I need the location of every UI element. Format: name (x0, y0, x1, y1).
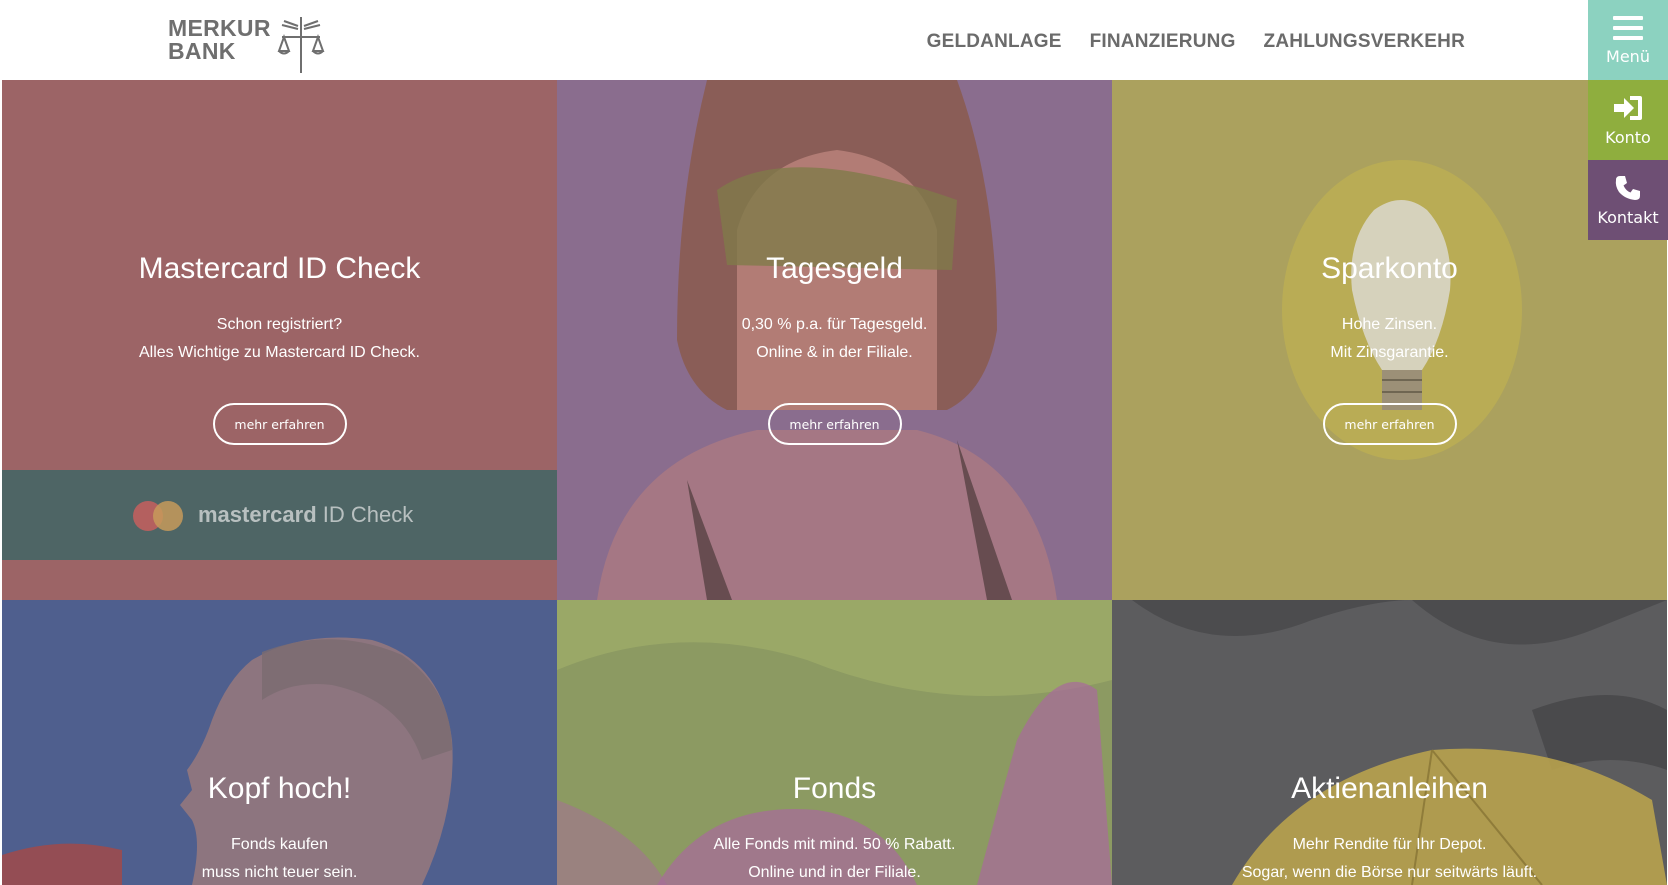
mehr-erfahren-button[interactable]: mehr erfahren (212, 403, 347, 445)
tile-aktienanleihen[interactable]: Aktienanleihen Mehr Rendite für Ihr Depo… (1112, 600, 1667, 885)
mehr-erfahren-button[interactable]: mehr erfahren (1322, 403, 1457, 445)
hamburger-icon (1613, 15, 1643, 40)
phone-icon (1615, 175, 1640, 200)
tile-mastercard-id-check[interactable]: mastercard ID Check Mastercard ID Check … (2, 80, 557, 600)
logo-line-2: BANK (168, 38, 236, 64)
logo-line-1: MERKUR (168, 15, 271, 41)
logo-wordmark: MERKUR BANK (168, 17, 271, 63)
konto-button[interactable]: Konto (1588, 80, 1668, 160)
mehr-erfahren-button[interactable]: mehr erfahren (767, 403, 902, 445)
tile-title: Mastercard ID Check (138, 252, 421, 285)
tile-sparkonto[interactable]: Sparkonto Hohe Zinsen. Mit Zinsgarantie.… (1112, 80, 1667, 600)
tile-text-line-2: Sogar, wenn die Börse nur seitwärts läuf… (1241, 864, 1538, 881)
tile-title: Fonds (792, 772, 877, 805)
site-header: MERKUR BANK GELDANLAGE FINANZIERUNG ZAHL… (0, 0, 1668, 80)
tile-text-line-1: Alle Fonds mit mind. 50 % Rabatt. (713, 836, 956, 853)
side-tabs: Menü Konto Kontakt (1588, 0, 1668, 240)
menu-button[interactable]: Menü (1588, 0, 1668, 80)
tile-text-line-2: Online und in der Filiale. (748, 864, 921, 881)
merkur-bank-logo[interactable]: MERKUR BANK (168, 15, 338, 75)
tile-text-line-1: 0,30 % p.a. für Tagesgeld. (741, 316, 928, 333)
nav-zahlungsverkehr[interactable]: ZAHLUNGSVERKEHR (1264, 31, 1465, 53)
tile-text-line-1: Fonds kaufen (231, 836, 328, 853)
tile-title: Kopf hoch! (207, 772, 352, 805)
nav-finanzierung[interactable]: FINANZIERUNG (1090, 31, 1236, 53)
tile-text-line-1: Mehr Rendite für Ihr Depot. (1292, 836, 1487, 853)
tile-text-line-2: Alles Wichtige zu Mastercard ID Check. (139, 344, 420, 361)
tile-text-line-1: Hohe Zinsen. (1341, 316, 1438, 333)
tile-text-line-2: Online & in der Filiale. (756, 344, 913, 361)
kontakt-button[interactable]: Kontakt (1588, 160, 1668, 240)
scales-icon (277, 17, 325, 73)
woman-portrait-image (597, 80, 1057, 600)
tile-text-line-1: Schon registriert? (216, 316, 343, 333)
tile-kopf-hoch[interactable]: Kopf hoch! Fonds kaufen muss nicht teuer… (2, 600, 557, 885)
main-navigation: GELDANLAGE FINANZIERUNG ZAHLUNGSVERKEHR (927, 31, 1465, 53)
kontakt-label: Kontakt (1597, 207, 1659, 227)
menu-label: Menü (1606, 46, 1650, 66)
tile-text-line-2: Mit Zinsgarantie. (1330, 344, 1449, 361)
konto-label: Konto (1605, 127, 1651, 147)
nav-geldanlage[interactable]: GELDANLAGE (927, 31, 1062, 53)
tile-fonds[interactable]: Fonds Alle Fonds mit mind. 50 % Rabatt. … (557, 600, 1112, 885)
light-bulb-image (1282, 160, 1522, 460)
sign-in-icon (1614, 95, 1642, 120)
tile-title: Aktienanleihen (1291, 772, 1488, 805)
mastercard-wordmark: mastercard ID Check (198, 502, 414, 527)
tile-title: Sparkonto (1321, 252, 1458, 285)
tile-tagesgeld[interactable]: Tagesgeld 0,30 % p.a. für Tagesgeld. Onl… (557, 80, 1112, 600)
tile-text-line-2: muss nicht teuer sein. (201, 864, 358, 881)
tile-title: Tagesgeld (766, 252, 903, 285)
